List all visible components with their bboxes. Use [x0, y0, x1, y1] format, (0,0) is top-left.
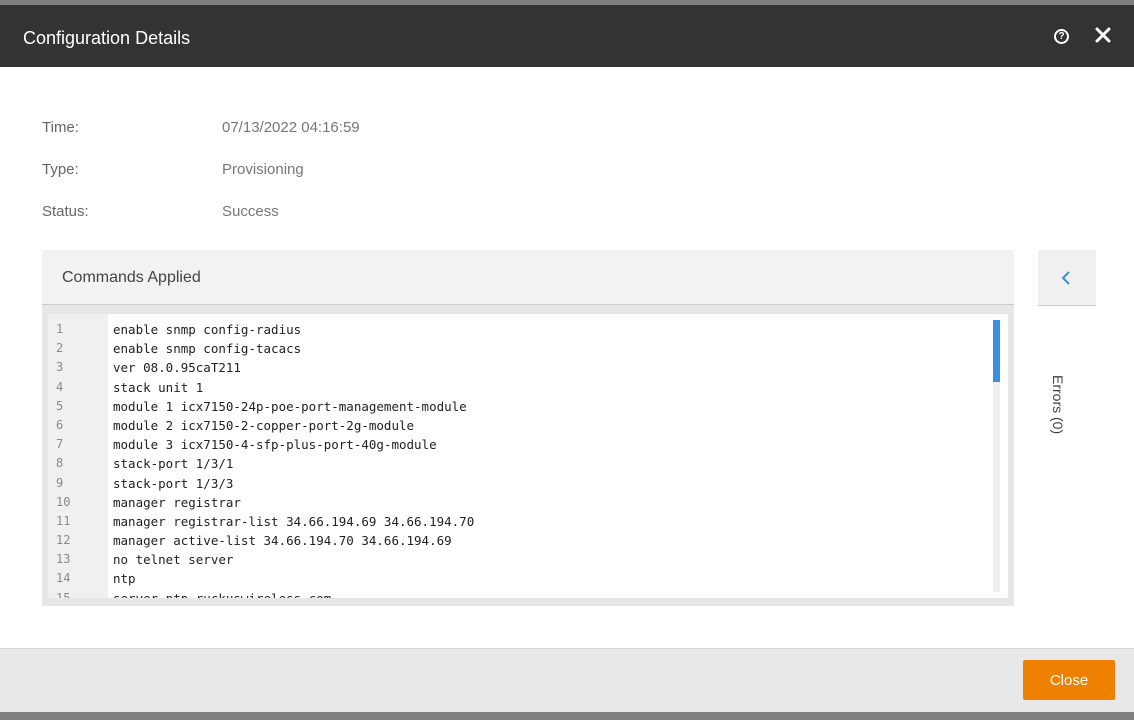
line-number: 14 — [56, 571, 71, 586]
time-label: Time: — [42, 119, 79, 136]
chevron-left-icon — [1061, 271, 1070, 285]
status-value: Success — [222, 203, 279, 220]
type-value: Provisioning — [222, 161, 304, 178]
scrollbar-thumb[interactable] — [993, 320, 1000, 382]
line-code: stack-port 1/3/3 — [113, 475, 234, 491]
line-number: 7 — [56, 437, 64, 452]
close-button[interactable]: Close — [1023, 660, 1115, 700]
line-number: 11 — [56, 513, 71, 528]
line-code: manager registrar — [113, 494, 241, 510]
code-line: 1 enable snmp config-radius — [48, 320, 992, 339]
errors-label[interactable]: Errors (0) — [1050, 375, 1066, 434]
line-code: module 3 icx7150-4-sfp-plus-port-40g-mod… — [113, 437, 437, 453]
line-code: manager registrar-list 34.66.194.69 34.6… — [113, 513, 475, 529]
line-number: 15 — [56, 590, 71, 598]
dialog-title: Configuration Details — [23, 28, 191, 48]
code-line: 10 manager registrar — [48, 493, 992, 512]
commands-header: Commands Applied — [42, 250, 1014, 305]
commands-panel: Commands Applied 1 enable snmp config-rad… — [42, 250, 1014, 606]
code-line: 8 stack-port 1/3/1 — [48, 454, 992, 473]
line-number: 1 — [56, 322, 64, 336]
configuration-details-dialog: Configuration Details ? Time: 07/13/2022… — [0, 5, 1134, 712]
code-line: 7 module 3 icx7150-4-sfp-plus-port-40g-mo… — [48, 435, 992, 454]
status-label: Status: — [42, 203, 89, 220]
line-code: stack-port 1/3/1 — [113, 456, 234, 472]
code-line: 9 stack-port 1/3/3 — [48, 474, 992, 493]
line-code: module 2 icx7150-2-copper-port-2g-module — [113, 417, 415, 433]
line-number: 8 — [56, 456, 64, 471]
line-code: enable snmp config-radius — [113, 322, 302, 337]
line-code: server ntp.ruckuswireless.com — [113, 589, 331, 598]
help-icon[interactable]: ? — [1054, 29, 1069, 44]
line-code: no telnet server — [113, 552, 234, 568]
commands-title: Commands Applied — [62, 269, 201, 286]
line-number: 10 — [56, 494, 71, 509]
code-line: 3 ver 08.0.95caT211 — [48, 358, 992, 377]
commands-editor[interactable]: 1 enable snmp config-radius 2 enable snmp c… — [48, 314, 1008, 598]
code-line: 15 server ntp.ruckuswireless.com — [48, 589, 992, 598]
editor-scrollbar[interactable] — [993, 320, 1000, 592]
line-code: ver 08.0.95caT211 — [113, 360, 241, 376]
line-number: 6 — [56, 417, 64, 432]
code-line: 11 manager registrar-list 34.66.194.69 34… — [48, 512, 992, 531]
code-lines: 1 enable snmp config-radius 2 enable snmp c… — [48, 320, 992, 598]
line-number: 5 — [56, 398, 64, 413]
line-number: 9 — [56, 475, 64, 490]
line-code: module 1 icx7150-24p-poe-port-management… — [113, 398, 467, 414]
code-line: 5 module 1 icx7150-24p-poe-port-managemen… — [48, 397, 992, 416]
line-code: manager active-list 34.66.194.70 34.66.1… — [113, 533, 452, 549]
line-number: 4 — [56, 379, 64, 394]
code-line: 2 enable snmp config-tacacs — [48, 339, 992, 358]
dialog-footer: Close — [0, 648, 1134, 712]
code-line: 12 manager active-list 34.66.194.70 34.66… — [48, 531, 992, 550]
line-number: 12 — [56, 533, 71, 548]
line-number: 3 — [56, 360, 64, 375]
type-label: Type: — [42, 161, 79, 178]
line-number: 13 — [56, 552, 71, 567]
code-line: 4 stack unit 1 — [48, 378, 992, 397]
code-line: 6 module 2 icx7150-2-copper-port-2g-modul… — [48, 416, 992, 435]
errors-toggle[interactable] — [1038, 250, 1096, 306]
code-line: 14 ntp — [48, 569, 992, 588]
code-line: 13 no telnet server — [48, 550, 992, 569]
line-code: ntp — [113, 571, 136, 587]
line-code: stack unit 1 — [113, 379, 204, 395]
line-number: 2 — [56, 341, 64, 356]
close-icon[interactable] — [1092, 24, 1114, 46]
line-code: enable snmp config-tacacs — [113, 341, 302, 357]
dialog-titlebar: Configuration Details ? — [0, 5, 1134, 67]
time-value: 07/13/2022 04:16:59 — [222, 119, 360, 136]
